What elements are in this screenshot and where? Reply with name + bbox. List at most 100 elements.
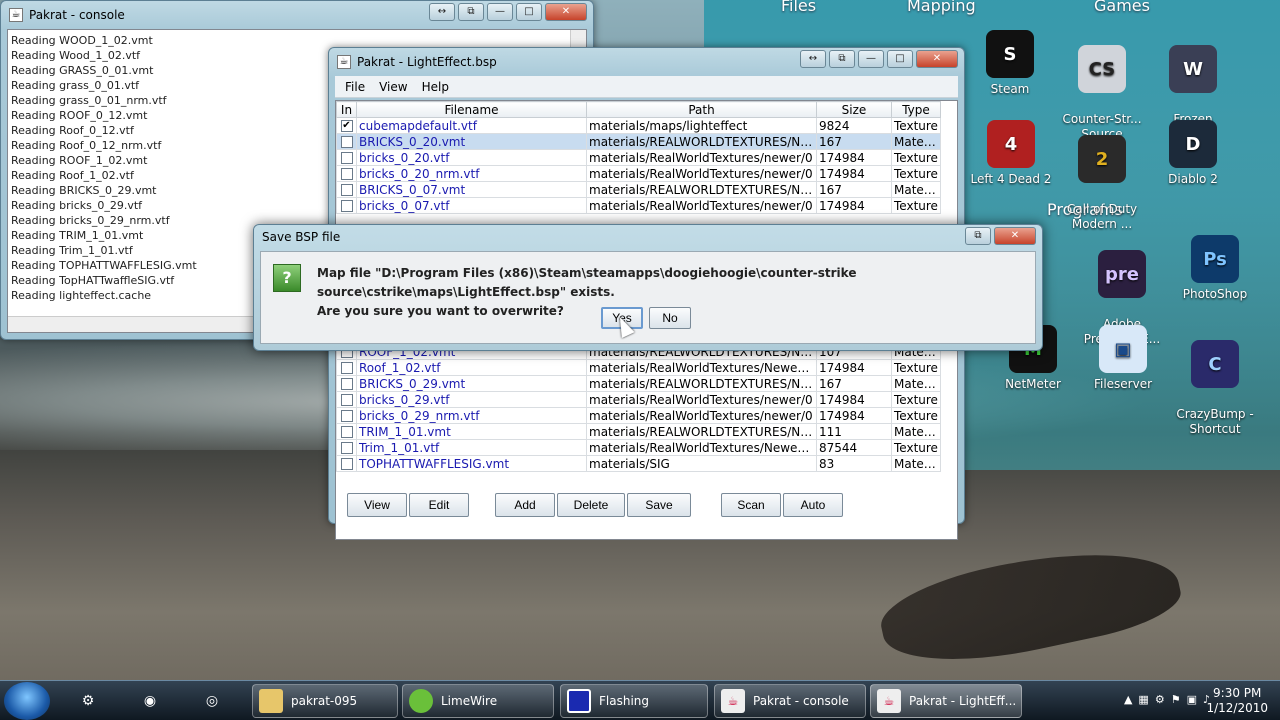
include-checkbox[interactable] (340, 151, 353, 164)
tray-network-icon[interactable]: ▦ (1138, 693, 1148, 706)
include-checkbox[interactable] (340, 425, 353, 438)
table-row[interactable]: TOPHATTWAFFLESIG.vmt materials/SIG 83 Mater… (336, 455, 941, 472)
include-checkbox[interactable] (340, 361, 353, 374)
dialog-close-button[interactable]: ✕ (994, 227, 1036, 245)
add-button[interactable]: Add (495, 493, 555, 517)
taskbar-task-pakrat-folder[interactable]: pakrat-095 (252, 684, 398, 718)
tray-arrow-icon[interactable]: ▲ (1124, 693, 1132, 706)
tray-steam-icon[interactable]: ⚙ (1155, 693, 1165, 706)
row-checkbox-cell[interactable] (336, 359, 357, 376)
include-checkbox[interactable]: ✔ (340, 119, 353, 132)
desktop-icon-cod[interactable]: 2 Call of Duty Modern ... (1057, 120, 1147, 247)
dialog-title: Save BSP file (262, 230, 341, 244)
table-row[interactable]: Trim_1_01.vtf materials/RealWorldTextures… (336, 439, 941, 456)
include-checkbox[interactable] (340, 409, 353, 422)
move-icon[interactable]: ↔ (429, 3, 455, 21)
menu-help[interactable]: Help (418, 80, 453, 94)
dialog-titlebar[interactable]: Save BSP file (254, 225, 1042, 249)
view-button[interactable]: View (347, 493, 407, 517)
table-row[interactable]: Roof_1_02.vtf materials/RealWorldTextures… (336, 359, 941, 376)
row-checkbox-cell[interactable] (336, 181, 357, 198)
include-checkbox[interactable] (340, 441, 353, 454)
include-checkbox[interactable] (340, 135, 353, 148)
maximize-button[interactable]: □ (887, 50, 913, 68)
table-row[interactable]: BRICKS_0_29.vmt materials/REALWORLDTEXTUR… (336, 375, 941, 392)
desktop-icon-diablo2[interactable]: D Diablo 2 (1148, 120, 1238, 187)
restore-icon[interactable]: ⧉ (965, 227, 991, 245)
path-cell: materials/RealWorldTextures/newer/0 (586, 149, 817, 166)
table-row[interactable]: bricks_0_29.vtf materials/RealWorldTextur… (336, 391, 941, 408)
column-header-size[interactable]: Size (816, 101, 892, 118)
desktop-icon-steam[interactable]: S Steam (965, 30, 1055, 97)
row-checkbox-cell[interactable] (336, 197, 357, 214)
row-checkbox-cell[interactable] (336, 391, 357, 408)
minimize-button[interactable]: — (858, 50, 884, 68)
include-checkbox[interactable] (340, 393, 353, 406)
row-checkbox-cell[interactable] (336, 375, 357, 392)
taskbar-game-icon[interactable]: ◉ (124, 685, 176, 717)
row-checkbox-cell[interactable] (336, 455, 357, 472)
row-checkbox-cell[interactable] (336, 407, 357, 424)
row-checkbox-cell[interactable] (336, 423, 357, 440)
table-row[interactable]: bricks_0_20_nrm.vtf materials/RealWorldTe… (336, 165, 941, 182)
column-header-path[interactable]: Path (586, 101, 817, 118)
filename-cell: Roof_1_02.vtf (356, 359, 587, 376)
move-icon[interactable]: ↔ (800, 50, 826, 68)
include-checkbox[interactable] (340, 183, 353, 196)
column-header-type[interactable]: Type (891, 101, 941, 118)
maximize-button[interactable]: □ (516, 3, 542, 21)
taskbar-task-flashing[interactable]: Flashing (560, 684, 708, 718)
include-checkbox[interactable] (340, 167, 353, 180)
close-button[interactable]: ✕ (545, 3, 587, 21)
table-row[interactable]: BRICKS_0_20.vmt materials/REALWORLDTEXTUR… (336, 133, 941, 150)
include-checkbox[interactable] (340, 199, 353, 212)
desktop-icon-l4d2[interactable]: 4 Left 4 Dead 2 (966, 120, 1056, 187)
desktop-icon-photoshop[interactable]: Ps PhotoShop (1170, 235, 1260, 302)
column-header-filename[interactable]: Filename (356, 101, 587, 118)
table-row[interactable]: BRICKS_0_07.vmt materials/REALWORLDTEXTUR… (336, 181, 941, 198)
minimize-button[interactable]: — (487, 3, 513, 21)
row-checkbox-cell[interactable] (336, 133, 357, 150)
save-button[interactable]: Save (627, 493, 691, 517)
close-button[interactable]: ✕ (916, 50, 958, 68)
taskbar-chrome-icon[interactable]: ◎ (186, 685, 238, 717)
menu-file[interactable]: File (341, 80, 369, 94)
menu-view[interactable]: View (375, 80, 411, 94)
type-cell: Texture (891, 149, 941, 166)
scan-button[interactable]: Scan (721, 493, 781, 517)
tray-flag-icon[interactable]: ⚑ (1171, 693, 1181, 706)
no-button[interactable]: No (649, 307, 691, 329)
taskbar-steam-icon[interactable]: ⚙ (62, 685, 114, 717)
desktop-icon-fileserver[interactable]: ▣ Fileserver (1078, 325, 1168, 392)
table-row[interactable]: bricks_0_29_nrm.vtf materials/RealWorldTe… (336, 407, 941, 424)
table-row[interactable]: bricks_0_20.vtf materials/RealWorldTextur… (336, 149, 941, 166)
row-checkbox-cell[interactable] (336, 165, 357, 182)
save-bsp-dialog[interactable]: Save BSP file ⧉ ✕ ? Map file "D:\Program… (253, 224, 1043, 351)
photoshop-icon: Ps (1191, 235, 1239, 283)
restore-icon[interactable]: ⧉ (829, 50, 855, 68)
start-button[interactable] (4, 682, 50, 720)
desktop-icon-label: NetMeter (1005, 377, 1061, 391)
taskbar-clock[interactable]: 9:30 PM 1/12/2010 (1206, 686, 1268, 716)
include-checkbox[interactable] (340, 377, 353, 390)
path-cell: materials/SIG (586, 455, 817, 472)
taskbar-task-pakrat-lighteffect[interactable]: ☕ Pakrat - LightEff... (870, 684, 1022, 718)
restore-icon[interactable]: ⧉ (458, 3, 484, 21)
tray-app-icon[interactable]: ▣ (1187, 693, 1197, 706)
delete-button[interactable]: Delete (557, 493, 625, 517)
table-row[interactable]: TRIM_1_01.vmt materials/REALWORLDTEXTURES… (336, 423, 941, 440)
column-header-in[interactable]: In (336, 101, 357, 118)
include-checkbox[interactable] (340, 457, 353, 470)
auto-button[interactable]: Auto (783, 493, 843, 517)
size-cell: 174984 (816, 407, 892, 424)
row-checkbox-cell[interactable] (336, 439, 357, 456)
table-row[interactable]: bricks_0_07.vtf materials/RealWorldTextur… (336, 197, 941, 214)
row-checkbox-cell[interactable] (336, 149, 357, 166)
desktop-icon-crazybump[interactable]: C CrazyBump - Shortcut (1170, 325, 1260, 452)
frozen-throne-icon: W (1169, 45, 1217, 93)
row-checkbox-cell[interactable]: ✔ (336, 117, 357, 134)
taskbar-task-pakrat-console[interactable]: ☕ Pakrat - console (714, 684, 866, 718)
edit-button[interactable]: Edit (409, 493, 469, 517)
table-row[interactable]: ✔ cubemapdefault.vtf materials/maps/lighte… (336, 117, 941, 134)
taskbar-task-limewire[interactable]: LimeWire (402, 684, 554, 718)
